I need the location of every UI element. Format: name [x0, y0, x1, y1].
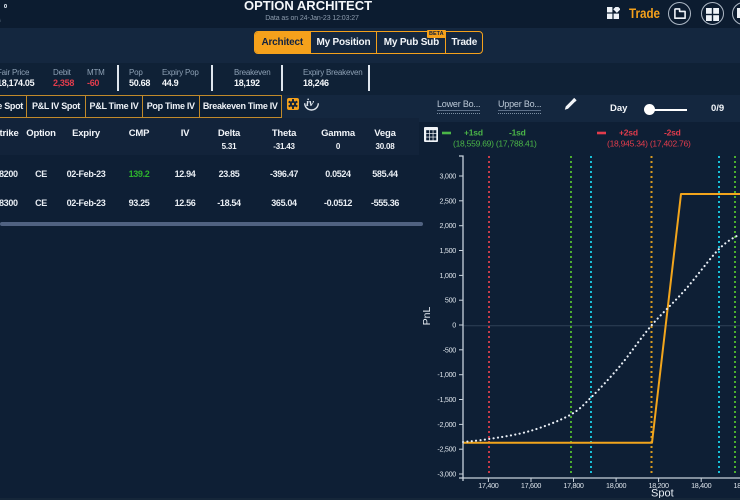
svg-text:iv: iv — [306, 97, 314, 109]
svg-text:-3,000: -3,000 — [437, 470, 456, 479]
svg-text:500: 500 — [445, 296, 456, 305]
svg-text:-1,500: -1,500 — [437, 395, 456, 404]
svg-text:-500: -500 — [443, 345, 456, 354]
svg-text:18,400: 18,400 — [691, 481, 711, 490]
svg-text:3,000: 3,000 — [440, 172, 457, 181]
svg-text:+1sd: +1sd — [464, 128, 483, 138]
svg-text:PnL: PnL — [421, 307, 433, 326]
svg-text:17,600: 17,600 — [521, 481, 541, 490]
svg-text:-1,000: -1,000 — [437, 370, 456, 379]
svg-text:-2,500: -2,500 — [437, 445, 456, 454]
svg-text:(18,945.34) (17,402.76): (18,945.34) (17,402.76) — [607, 139, 691, 149]
svg-text:2,000: 2,000 — [440, 221, 457, 230]
svg-text:17,400: 17,400 — [478, 481, 498, 490]
svg-text:1,500: 1,500 — [440, 246, 457, 255]
svg-text:-1sd: -1sd — [509, 128, 526, 138]
svg-text:-2sd: -2sd — [664, 128, 681, 138]
svg-text:2,500: 2,500 — [440, 196, 457, 205]
svg-text:17,800: 17,800 — [563, 481, 583, 490]
svg-text:1,000: 1,000 — [440, 271, 457, 280]
svg-text:18,600: 18,600 — [734, 481, 740, 490]
svg-text:+2sd: +2sd — [619, 128, 638, 138]
svg-text:(18,559.69) (17,788.41): (18,559.69) (17,788.41) — [453, 139, 537, 149]
svg-text:0: 0 — [452, 321, 456, 330]
svg-text:18,000: 18,000 — [606, 481, 626, 490]
svg-text:-2,000: -2,000 — [437, 420, 456, 429]
